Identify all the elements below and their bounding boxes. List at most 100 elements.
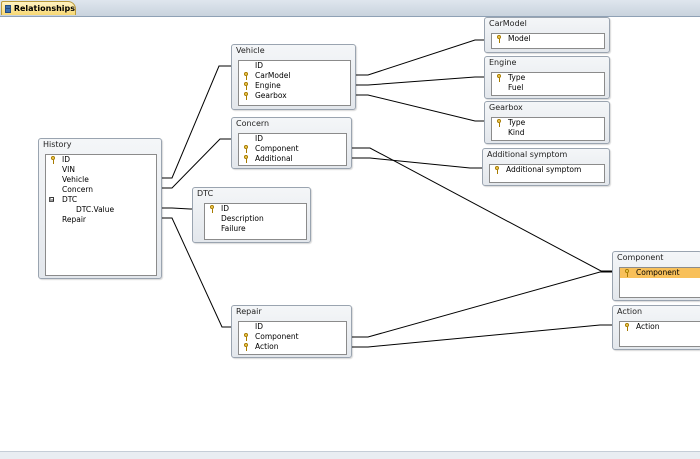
field-label: Fuel bbox=[508, 83, 524, 92]
field-list[interactable]: Component bbox=[619, 267, 700, 298]
table-component[interactable]: Component Component bbox=[612, 251, 700, 301]
field-label: CarModel bbox=[255, 71, 291, 80]
table-dtc[interactable]: DTC ID Description Failure bbox=[192, 187, 311, 243]
field-row[interactable]: ID bbox=[205, 204, 306, 214]
field-list[interactable]: ID VIN Vehicle Concern ⊟ DTC DTC.Value Repair bbox=[45, 154, 157, 276]
field-list[interactable]: Type Kind bbox=[491, 117, 605, 141]
table-action[interactable]: Action Action bbox=[612, 305, 700, 350]
relationship-vehicle-gearbox bbox=[350, 94, 488, 122]
field-label: Type bbox=[508, 118, 526, 127]
field-row[interactable]: Kind bbox=[492, 128, 604, 138]
tab-relationships[interactable]: Relationships bbox=[1, 1, 76, 15]
relationship-history-vehicle bbox=[157, 65, 238, 179]
field-label: ID bbox=[255, 61, 263, 70]
document-tab-bar: Relationships bbox=[0, 0, 700, 17]
key-icon bbox=[497, 119, 501, 127]
field-row[interactable]: Component bbox=[239, 332, 346, 342]
table-history[interactable]: History ID VIN Vehicle Concern ⊟ DTC DTC.Value… bbox=[38, 138, 162, 279]
table-title: Concern bbox=[236, 119, 270, 128]
table-additional-symptom[interactable]: Additional symptom Additional symptom bbox=[482, 148, 610, 186]
key-icon bbox=[51, 156, 55, 164]
field-row[interactable]: Model bbox=[492, 34, 604, 44]
field-row[interactable]: Component bbox=[620, 268, 700, 278]
key-icon bbox=[244, 82, 248, 90]
field-label: ID bbox=[255, 134, 263, 143]
field-label: Gearbox bbox=[255, 91, 287, 100]
field-row[interactable]: Additional bbox=[239, 154, 346, 164]
field-list[interactable]: Model bbox=[491, 33, 605, 49]
key-icon bbox=[210, 205, 214, 213]
field-row[interactable]: Component bbox=[239, 144, 346, 154]
field-row[interactable]: Action bbox=[239, 342, 346, 352]
field-row[interactable]: Additional symptom bbox=[490, 165, 604, 175]
field-row[interactable]: Type bbox=[492, 73, 604, 83]
field-row[interactable]: Type bbox=[492, 118, 604, 128]
field-row[interactable]: ID bbox=[239, 322, 346, 332]
field-row[interactable]: Repair bbox=[46, 215, 156, 225]
field-row[interactable]: ID bbox=[239, 134, 346, 144]
key-icon bbox=[244, 72, 248, 80]
field-row[interactable]: CarModel bbox=[239, 71, 350, 81]
collapse-icon[interactable]: ⊟ bbox=[49, 197, 54, 203]
key-icon bbox=[625, 269, 629, 277]
tab-title: Relationships bbox=[13, 4, 75, 13]
table-repair[interactable]: Repair ID Component Action bbox=[231, 305, 352, 358]
relationship-vehicle-engine bbox=[350, 76, 488, 86]
key-icon bbox=[497, 35, 501, 43]
table-engine[interactable]: Engine Type Fuel bbox=[484, 56, 610, 99]
field-list[interactable]: ID Component Additional bbox=[238, 133, 347, 166]
field-row[interactable]: Description bbox=[205, 214, 306, 224]
field-row[interactable]: Gearbox bbox=[239, 91, 350, 101]
table-title: Additional symptom bbox=[487, 150, 568, 159]
field-label: ID bbox=[255, 322, 263, 331]
field-row[interactable]: ID bbox=[46, 155, 156, 165]
table-title: CarModel bbox=[489, 19, 527, 28]
relationship-concern-additional bbox=[352, 157, 486, 169]
table-title: DTC bbox=[197, 189, 214, 198]
field-label: Repair bbox=[62, 215, 87, 224]
key-icon bbox=[244, 343, 248, 351]
field-label: Failure bbox=[221, 224, 246, 233]
field-list[interactable]: ID CarModel Engine Gearbox bbox=[238, 60, 351, 106]
key-icon bbox=[625, 323, 629, 331]
field-label: Type bbox=[508, 73, 526, 82]
table-concern[interactable]: Concern ID Component Additional bbox=[231, 117, 352, 169]
field-label: Component bbox=[255, 332, 299, 341]
field-row[interactable]: Fuel bbox=[492, 83, 604, 93]
table-title: Vehicle bbox=[236, 46, 265, 55]
field-row[interactable]: Vehicle bbox=[46, 175, 156, 185]
table-vehicle[interactable]: Vehicle ID CarModel Engine Gearbox bbox=[231, 44, 356, 110]
table-gearbox[interactable]: Gearbox Type Kind bbox=[484, 101, 610, 144]
field-row[interactable]: VIN bbox=[46, 165, 156, 175]
field-list[interactable]: ID Description Failure bbox=[204, 203, 307, 240]
field-label: ID bbox=[62, 155, 70, 164]
key-icon bbox=[244, 145, 248, 153]
field-row[interactable]: Engine bbox=[239, 81, 350, 91]
field-row[interactable]: Failure bbox=[205, 224, 306, 234]
field-list[interactable]: Action bbox=[619, 321, 700, 347]
field-label: Kind bbox=[508, 128, 525, 137]
field-row[interactable]: Concern bbox=[46, 185, 156, 195]
relationship-repair-action bbox=[350, 324, 617, 348]
field-list[interactable]: Additional symptom bbox=[489, 164, 605, 183]
field-label: Engine bbox=[255, 81, 281, 90]
field-row[interactable]: ID bbox=[239, 61, 350, 71]
field-list[interactable]: ID Component Action bbox=[238, 321, 347, 355]
field-row[interactable]: ⊟ DTC bbox=[46, 195, 156, 205]
field-label: DTC bbox=[62, 195, 78, 204]
field-label: Component bbox=[636, 268, 680, 277]
field-row[interactable]: Action bbox=[620, 322, 700, 332]
table-title: Component bbox=[617, 253, 664, 262]
table-title: History bbox=[43, 140, 72, 149]
field-label: DTC.Value bbox=[76, 205, 115, 214]
relationship-history-concern bbox=[157, 138, 238, 189]
field-label: Additional symptom bbox=[506, 165, 582, 174]
field-label: Description bbox=[221, 214, 264, 223]
field-list[interactable]: Type Fuel bbox=[491, 72, 605, 96]
field-row[interactable]: DTC.Value bbox=[46, 205, 156, 215]
field-label: Additional bbox=[255, 154, 293, 163]
key-icon bbox=[244, 333, 248, 341]
table-carmodel[interactable]: CarModel Model bbox=[484, 17, 610, 53]
table-title: Engine bbox=[489, 58, 517, 67]
key-icon bbox=[495, 166, 499, 174]
